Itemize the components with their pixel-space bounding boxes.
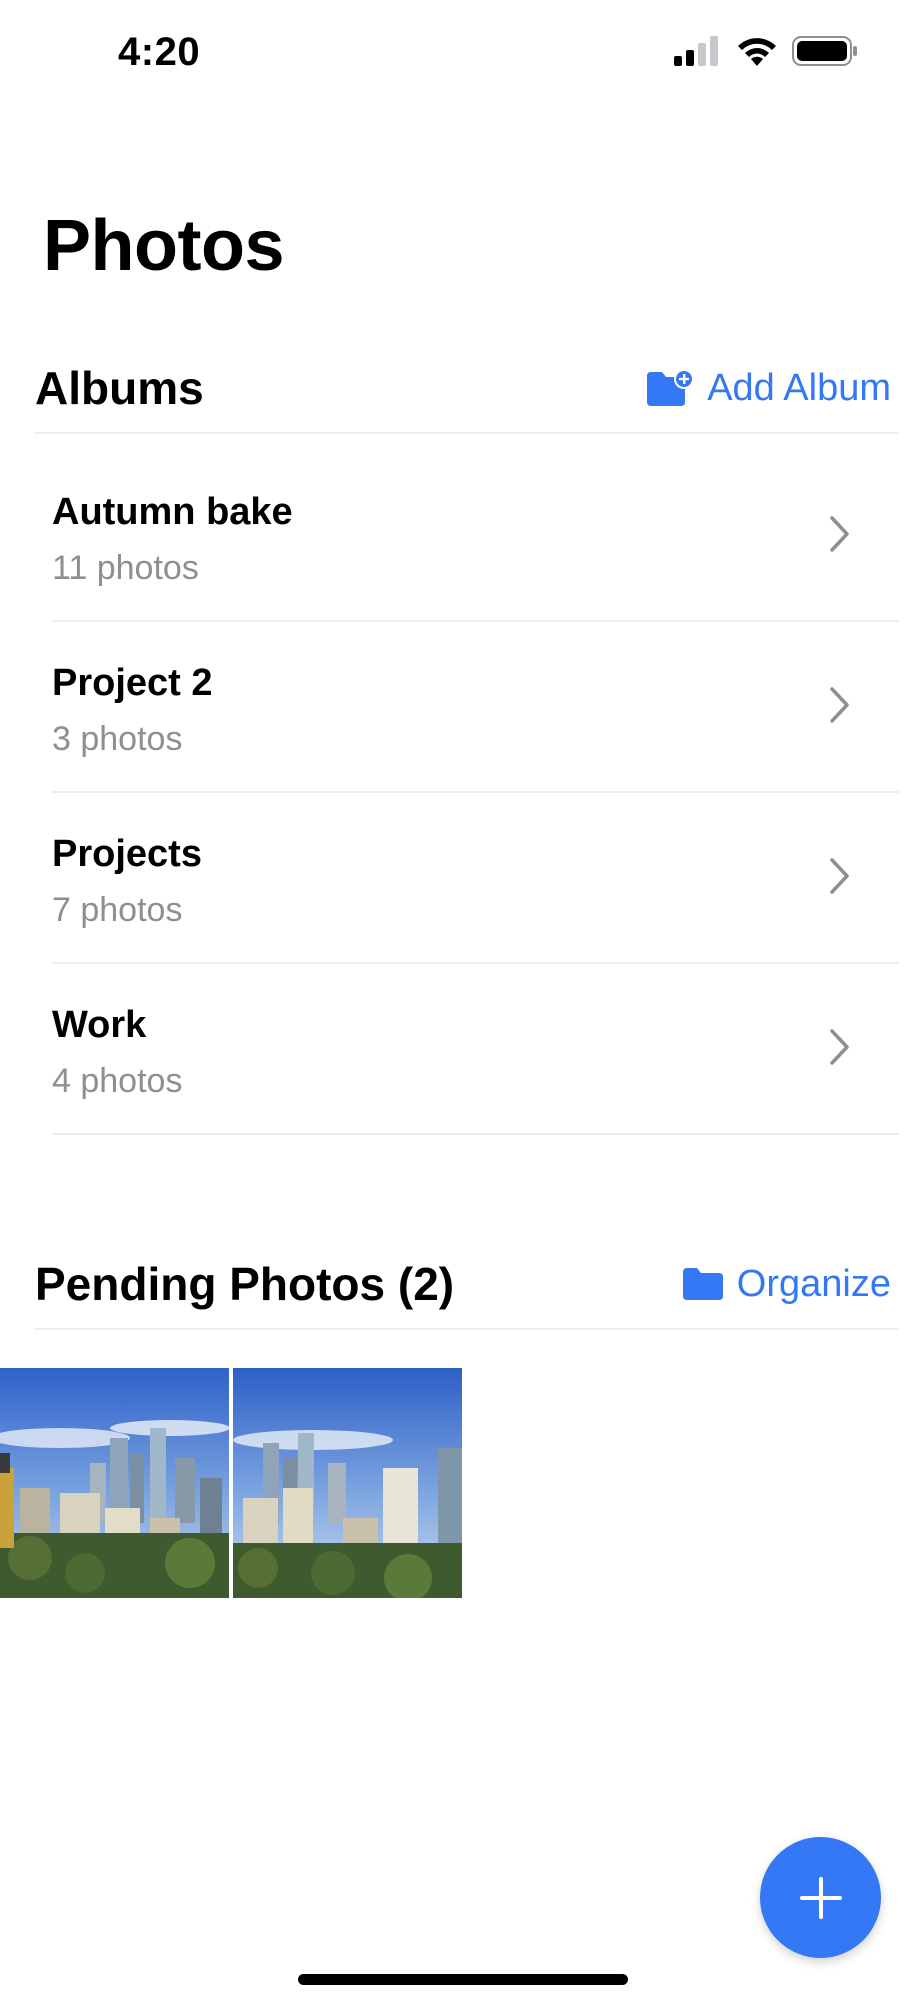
pending-photo-thumbnail[interactable] [233, 1368, 462, 1598]
status-icons [674, 36, 858, 66]
chevron-right-icon [830, 687, 849, 723]
page-title: Photos [43, 206, 284, 286]
signal-icon [674, 36, 718, 66]
pending-photo-strip [0, 1368, 462, 1598]
album-row[interactable]: Work 4 photos [52, 964, 899, 1135]
battery-icon [792, 36, 857, 66]
pending-photo-thumbnail[interactable] [0, 1368, 229, 1598]
chevron-right-icon [830, 516, 849, 552]
city-skyline-image [233, 1368, 462, 1598]
album-row[interactable]: Autumn bake 11 photos [52, 451, 899, 622]
pending-section-title: Pending Photos (2) [35, 1258, 455, 1310]
album-row[interactable]: Projects 7 photos [52, 793, 899, 964]
albums-section-title: Albums [35, 362, 204, 414]
city-skyline-image [0, 1368, 229, 1598]
album-row[interactable]: Project 2 3 photos [52, 622, 899, 793]
add-photo-button[interactable] [760, 1837, 881, 1958]
album-count: 11 photos [52, 549, 199, 587]
status-bar: 4:20 [0, 0, 924, 110]
album-list: Autumn bake 11 photos Project 2 3 photos… [52, 451, 899, 1135]
album-name: Projects [52, 833, 202, 875]
album-count: 4 photos [52, 1062, 183, 1100]
wifi-icon [738, 38, 776, 66]
album-count: 3 photos [52, 720, 183, 758]
albums-section-header: Albums Add Album [35, 344, 899, 434]
pending-section-header: Pending Photos (2) Organize [35, 1240, 899, 1330]
add-album-label: Add Album [707, 366, 891, 409]
album-name: Project 2 [52, 662, 213, 704]
organize-label: Organize [736, 1262, 891, 1305]
organize-button[interactable]: Organize [681, 1263, 899, 1306]
album-count: 7 photos [52, 891, 183, 929]
plus-icon [799, 1876, 842, 1919]
album-name: Work [52, 1004, 147, 1046]
home-indicator [298, 1974, 628, 1985]
status-time: 4:20 [118, 30, 201, 74]
add-album-button[interactable]: Add Album [645, 367, 899, 410]
chevron-right-icon [830, 858, 849, 894]
album-name: Autumn bake [52, 491, 293, 533]
chevron-right-icon [830, 1029, 849, 1065]
folder-add-icon [647, 369, 695, 406]
folder-icon [682, 1268, 723, 1300]
